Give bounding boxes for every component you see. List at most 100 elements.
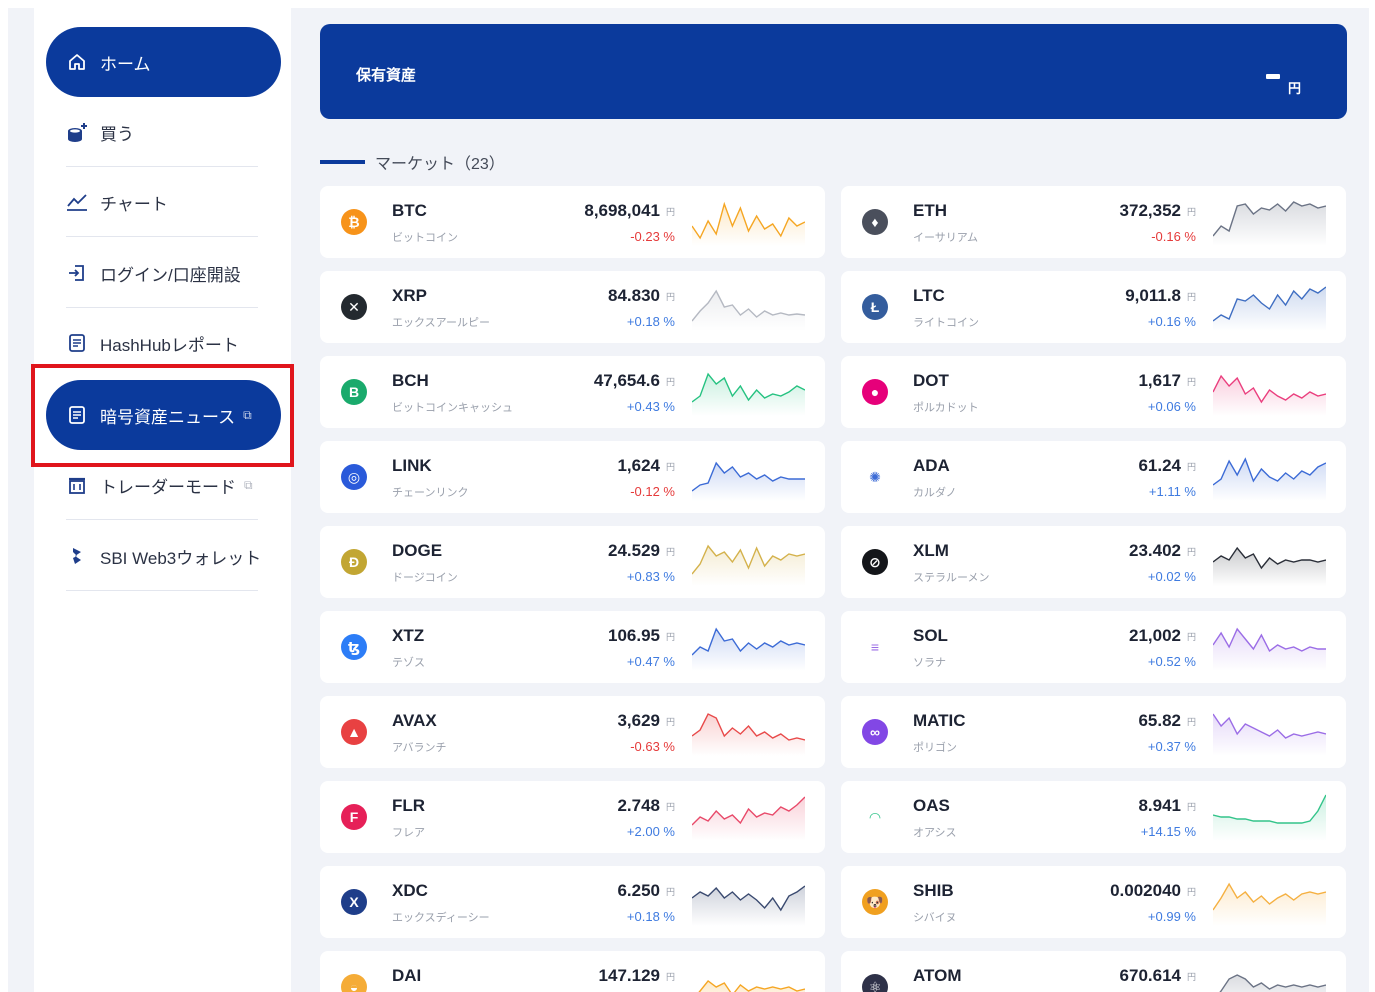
coin-name: チェーンリンク [392, 487, 469, 499]
sidebar-item-chart[interactable]: チャート [46, 167, 281, 237]
market-card[interactable]: ✺ ADA カルダノ 61.24 円 +1.11 % [841, 441, 1346, 513]
right-margin [1369, 0, 1375, 992]
yen-unit: 円 [665, 207, 675, 217]
coin-icon: ⊘ [862, 549, 888, 575]
coin-name: アバランチ [392, 742, 447, 754]
market-card[interactable]: F FLR フレア 2.748 円 +2.00 % [320, 781, 825, 853]
yen-unit: 円 [1186, 377, 1196, 387]
coin-price: 670.614 [1119, 966, 1181, 985]
sparkline-chart [692, 372, 805, 416]
sparkline-chart [1213, 794, 1326, 841]
market-card[interactable]: Ð DOGE ドージコイン 24.529 円 +0.83 % [320, 526, 825, 598]
coin-price: 106.95 [608, 626, 660, 645]
sparkline-chart [1213, 713, 1326, 756]
sidebar-item-label: チャート [100, 194, 168, 214]
coin-price: 24.529 [608, 541, 660, 560]
market-card[interactable]: ▲ AVAX アバランチ 3,629 円 -0.63 % [320, 696, 825, 768]
sparkline-chart [1213, 546, 1326, 586]
coin-symbol: OAS [913, 796, 950, 815]
coin-price: 3,629 [617, 711, 660, 730]
coin-price: 6.250 [617, 881, 660, 900]
market-card[interactable]: ◠ OAS オアシス 8.941 円 +14.15 % [841, 781, 1346, 853]
coin-icon: ₿ [341, 209, 367, 235]
sparkline-chart [698, 980, 805, 992]
market-card[interactable]: ✕ XRP エックスアールピー 84.830 円 +0.18 % [320, 271, 825, 343]
report-icon [66, 332, 88, 354]
coin-change: +0.02 % [1147, 569, 1196, 584]
coin-icon: F [341, 804, 367, 830]
sidebar-strip [8, 8, 34, 992]
coin-name: ビットコイン [392, 232, 458, 244]
sparkline-area [692, 714, 805, 756]
trader-icon [66, 474, 88, 496]
sidebar-item-login[interactable]: ログイン/口座開設 [46, 238, 281, 308]
yen-unit: 円 [665, 547, 675, 557]
asset-banner[interactable]: 保有資産 円 [320, 24, 1347, 119]
sparkline-chart [1213, 627, 1326, 671]
yen-unit: 円 [665, 292, 675, 302]
coin-name: ポルカドット [913, 402, 979, 414]
asset-value-placeholder [1266, 74, 1280, 79]
sparkline-chart [692, 627, 805, 671]
sidebar-item-web3-wallet[interactable]: SBI Web3ウォレット [46, 521, 281, 591]
sparkline-area [1213, 202, 1326, 246]
coin-change: -0.23 % [630, 229, 675, 244]
market-card[interactable]: ⚛ ATOM 670.614 円 [841, 951, 1346, 992]
market-accent-bar [320, 160, 365, 164]
coins-icon [66, 121, 88, 143]
coin-change: +0.18 % [626, 909, 675, 924]
yen-unit: 円 [1186, 632, 1196, 642]
sparkline-chart [1219, 974, 1326, 992]
coin-price: 9,011.8 [1125, 286, 1181, 305]
sidebar-item-buy[interactable]: 買う [46, 97, 281, 167]
sparkline-area [1213, 548, 1326, 586]
coin-symbol: DAI [392, 966, 422, 985]
sparkline-chart [1213, 286, 1326, 331]
sparkline-chart [692, 544, 805, 586]
market-card[interactable]: ● DOT ポルカドット 1,617 円 +0.06 % [841, 356, 1346, 428]
market-card[interactable]: ₿ BTC ビットコイン 8,698,041 円 -0.23 % [320, 186, 825, 258]
coin-icon: ◎ [341, 464, 367, 490]
market-card[interactable]: 🐶 SHIB シバイヌ 0.002040 円 +0.99 % [841, 866, 1346, 938]
asset-title: 保有資産 [356, 67, 417, 84]
sparkline-chart [1213, 882, 1326, 926]
coin-symbol: XDC [392, 881, 428, 900]
coin-price: 65.82 [1138, 711, 1181, 730]
coin-change: -0.63 % [630, 739, 675, 754]
coin-icon: X [341, 889, 367, 915]
coin-symbol: LTC [913, 286, 945, 305]
market-card[interactable]: X XDC エックスディーシー 6.250 円 +0.18 % [320, 866, 825, 938]
coin-icon: ♦ [862, 209, 888, 235]
yen-unit: 円 [1186, 802, 1196, 812]
coin-change: -0.12 % [630, 484, 675, 499]
coin-change: +1.11 % [1148, 484, 1196, 499]
market-card[interactable]: ⊘ XLM ステラルーメン 23.402 円 +0.02 % [841, 526, 1346, 598]
market-card[interactable]: ≡ SOL ソラナ 21,002 円 +0.52 % [841, 611, 1346, 683]
sparkline-chart [1213, 457, 1326, 501]
market-card[interactable]: ꜩ XTZ テゾス 106.95 円 +0.47 % [320, 611, 825, 683]
yen-unit: 円 [665, 632, 675, 642]
coin-icon: ● [862, 379, 888, 405]
yen-unit: 円 [1186, 292, 1196, 302]
nav-divider [66, 590, 258, 591]
coin-change: +2.00 % [626, 824, 675, 839]
yen-unit: 円 [1186, 462, 1196, 472]
coin-change: +0.16 % [1147, 314, 1196, 329]
sparkline-area [692, 886, 805, 926]
market-card[interactable]: Ł LTC ライトコイン 9,011.8 円 +0.16 % [841, 271, 1346, 343]
coin-symbol: FLR [392, 796, 426, 815]
market-card[interactable]: ◒ DAI 147.129 円 [320, 951, 825, 992]
market-card[interactable]: ∞ MATIC ポリゴン 65.82 円 +0.37 % [841, 696, 1346, 768]
coin-change: +0.83 % [626, 569, 675, 584]
yen-unit: 円 [665, 377, 675, 387]
market-card[interactable]: B BCH ビットコインキャッシュ 47,654.6 円 +0.43 % [320, 356, 825, 428]
yen-unit: 円 [1186, 717, 1196, 727]
home-icon [66, 51, 88, 73]
market-header: マーケット（23） [320, 150, 505, 174]
yen-unit: 円 [665, 887, 675, 897]
market-card[interactable]: ♦ ETH イーサリアム 372,352 円 -0.16 % [841, 186, 1346, 258]
coin-price: 8.941 [1138, 796, 1181, 815]
yen-unit: 円 [665, 717, 675, 727]
sidebar-item-home[interactable]: ホーム [46, 27, 281, 97]
market-card[interactable]: ◎ LINK チェーンリンク 1,624 円 -0.12 % [320, 441, 825, 513]
